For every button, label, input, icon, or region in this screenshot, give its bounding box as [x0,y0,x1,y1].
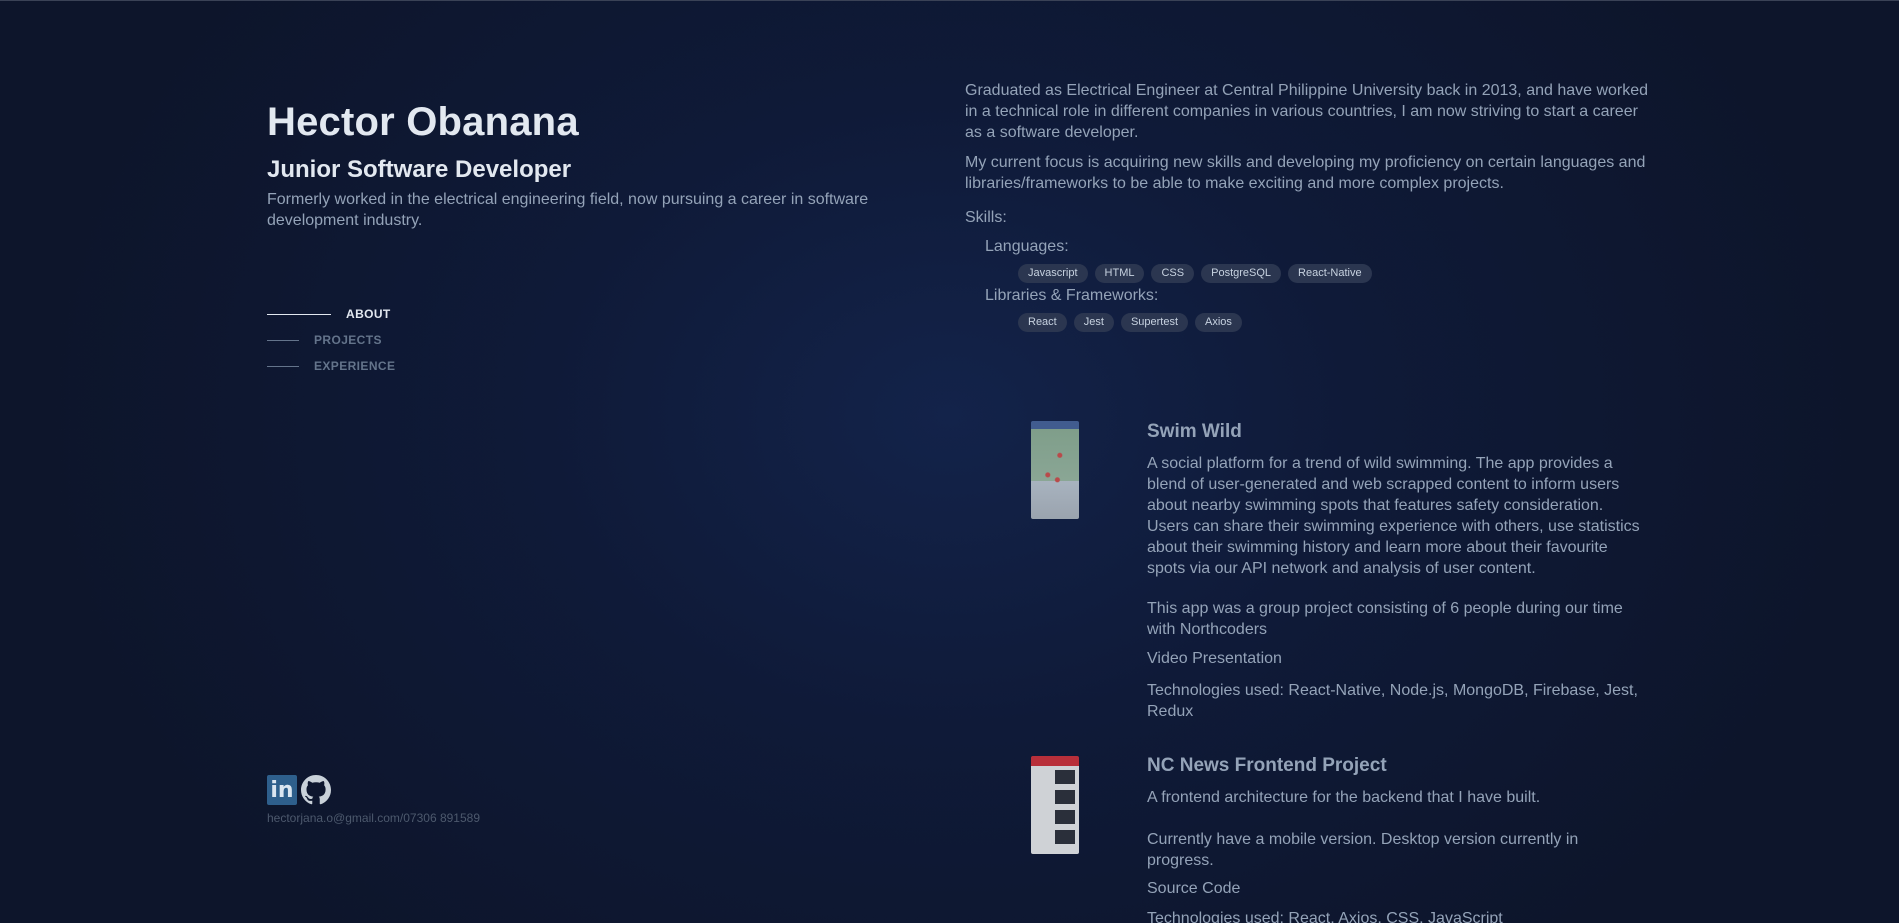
project-title-swim-wild[interactable]: Swim Wild [1147,421,1242,443]
skill-pill: Supertest [1120,313,1189,332]
video-presentation-link[interactable]: Video Presentation [1147,650,1282,668]
skill-pill: React-Native [1288,264,1372,283]
nav-label-projects: PROJECTS [314,333,382,347]
project-tech: Technologies used: React-Native, Node.js… [1147,682,1638,720]
nav-label-experience: EXPERIENCE [314,359,396,373]
nav-indicator [267,339,299,341]
skill-pill: Jest [1073,313,1114,332]
project-thumbnail-nc-news[interactable] [1031,756,1079,854]
project-note: This app was a group project consisting … [1147,600,1623,638]
nav-item-about[interactable]: ABOUT [267,301,395,327]
nav-indicator [267,313,331,315]
source-code-link[interactable]: Source Code [1147,880,1240,898]
github-icon-glyph [301,775,331,805]
project-note: Currently have a mobile version. Desktop… [1147,831,1579,869]
nav-label-about: ABOUT [346,307,391,321]
skills-label: Skills: [965,209,1007,226]
languages-label: Languages: [985,238,1069,255]
nav-indicator [267,365,299,367]
nav-item-experience[interactable]: EXPERIENCE [267,353,395,379]
job-title: Junior Software Developer [267,156,572,183]
frameworks-label: Libraries & Frameworks: [985,287,1159,304]
page-title: Hector Obanana [267,100,579,144]
nav-item-projects[interactable]: PROJECTS [267,327,395,353]
frameworks-list: React Jest Supertest Axios [1018,313,1242,332]
contact-info: hectorjana.o@gmail.com/07306 891589 [267,811,480,825]
languages-list: Javascript HTML CSS PostgreSQL React-Nat… [1018,264,1372,283]
skill-pill: Axios [1195,313,1242,332]
left-column: Hector Obanana Junior Software Developer… [267,0,897,923]
project-tech: Technologies used: React, Axios, CSS, Ja… [1147,910,1503,923]
project-description: A frontend architecture for the backend … [1147,789,1541,806]
skill-pill: CSS [1151,264,1195,283]
linkedin-icon-text: in [270,777,294,803]
skill-pill: Javascript [1018,264,1088,283]
skill-pill: PostgreSQL [1201,264,1282,283]
project-description: A social platform for a trend of wild sw… [1147,455,1640,577]
about-paragraph-2: My current focus is acquiring new skills… [965,154,1646,192]
linkedin-icon[interactable]: in [267,775,297,805]
about-paragraph-1: Graduated as Electrical Engineer at Cent… [965,82,1649,141]
right-column: Graduated as Electrical Engineer at Cent… [965,0,1655,923]
social-links: in [267,775,331,805]
skill-pill: HTML [1094,264,1145,283]
project-thumbnail-swim-wild[interactable] [1031,421,1079,519]
github-icon[interactable] [301,775,331,805]
skill-pill: React [1018,313,1067,332]
project-title-nc-news[interactable]: NC News Frontend Project [1147,755,1387,777]
section-nav: ABOUT PROJECTS EXPERIENCE [267,301,395,379]
intro-text: Formerly worked in the electrical engine… [267,191,869,229]
